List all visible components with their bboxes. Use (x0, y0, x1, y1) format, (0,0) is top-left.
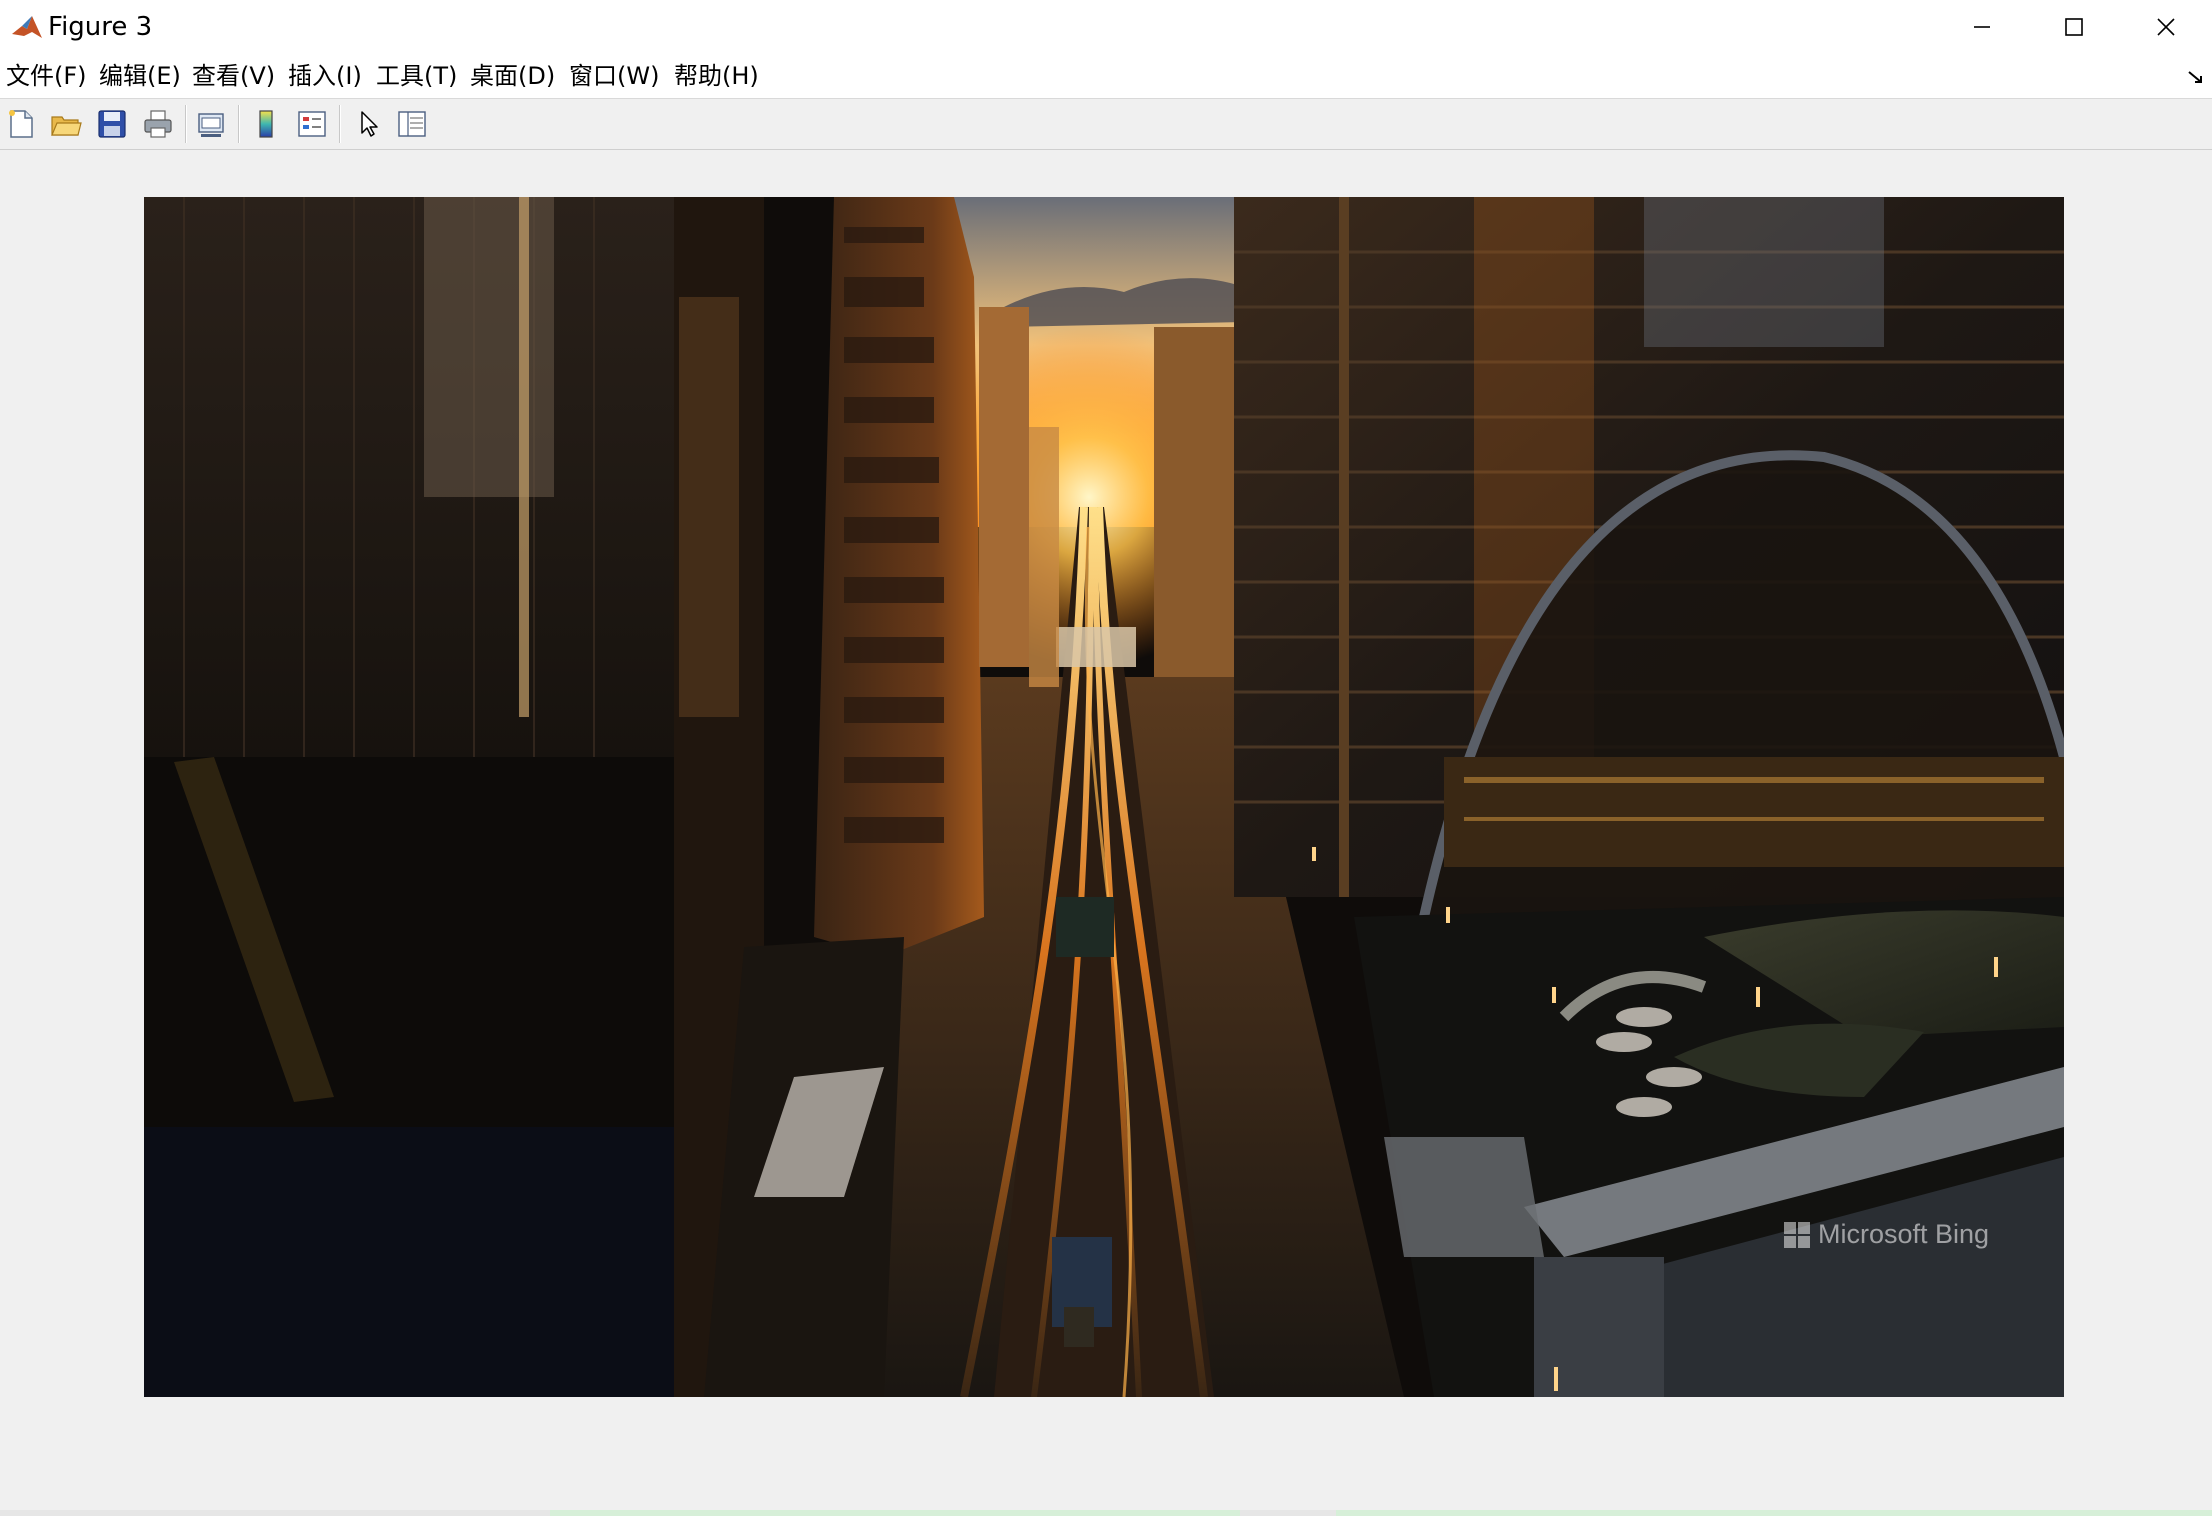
menu-edit[interactable]: 编辑(E) (99, 60, 181, 92)
menu-insert[interactable]: 插入(I) (288, 60, 362, 92)
watermark-text: Microsoft Bing (1818, 1219, 1990, 1249)
legend-icon (298, 111, 326, 137)
minimize-button[interactable] (1936, 0, 2028, 54)
menu-help[interactable]: 帮助(H) (674, 60, 759, 92)
menu-file[interactable]: 文件(F) (6, 60, 87, 92)
bing-watermark: Microsoft Bing (1784, 1219, 1989, 1250)
title-bar: Figure 3 (0, 0, 2212, 54)
menu-desktop[interactable]: 桌面(D) (470, 60, 555, 92)
print-button[interactable] (139, 105, 177, 143)
open-file-icon (51, 116, 82, 136)
save-button[interactable] (93, 105, 131, 143)
status-segment (1336, 1510, 2212, 1516)
toolbar-separator (185, 105, 187, 143)
legend-button[interactable] (293, 105, 331, 143)
colorbar-icon (259, 110, 273, 138)
city-railway-sunset-image (144, 197, 2064, 1397)
menu-bar: 文件(F) 编辑(E) 查看(V) 插入(I) 工具(T) 桌面(D) 窗口(W… (0, 54, 2212, 99)
edit-plot-arrow-icon (361, 111, 378, 137)
close-icon (2157, 18, 2175, 36)
minimize-icon (1974, 26, 1990, 28)
dock-arrow-icon[interactable] (2186, 68, 2206, 88)
new-figure-button[interactable] (2, 105, 40, 143)
edit-plot-button[interactable] (350, 105, 388, 143)
figure-canvas[interactable]: Microsoft Bing (0, 150, 2212, 1504)
menu-view[interactable]: 查看(V) (192, 60, 275, 92)
print-icon (144, 110, 172, 138)
new-figure-icon (9, 110, 33, 138)
maximize-icon (2065, 18, 2083, 36)
close-button[interactable] (2120, 0, 2212, 54)
toolbar-separator (238, 105, 240, 143)
status-segment (550, 1510, 1240, 1516)
link-plot-icon (198, 113, 224, 137)
menu-tools[interactable]: 工具(T) (376, 60, 457, 92)
figure-toolbar (0, 99, 2212, 150)
property-inspector-icon (398, 111, 426, 137)
window-title: Figure 3 (48, 12, 153, 42)
toolbar-separator (339, 105, 341, 143)
open-file-button[interactable] (47, 105, 85, 143)
menu-window[interactable]: 窗口(W) (569, 60, 659, 92)
link-plot-button[interactable] (192, 105, 230, 143)
displayed-image[interactable]: Microsoft Bing (144, 197, 2064, 1397)
property-inspector-button[interactable] (393, 105, 431, 143)
status-strip (0, 1510, 2212, 1516)
matlab-logo-icon (10, 12, 44, 42)
microsoft-logo-icon (1784, 1221, 1810, 1248)
maximize-button[interactable] (2028, 0, 2120, 54)
save-icon (98, 110, 126, 138)
colorbar-button[interactable] (247, 105, 285, 143)
